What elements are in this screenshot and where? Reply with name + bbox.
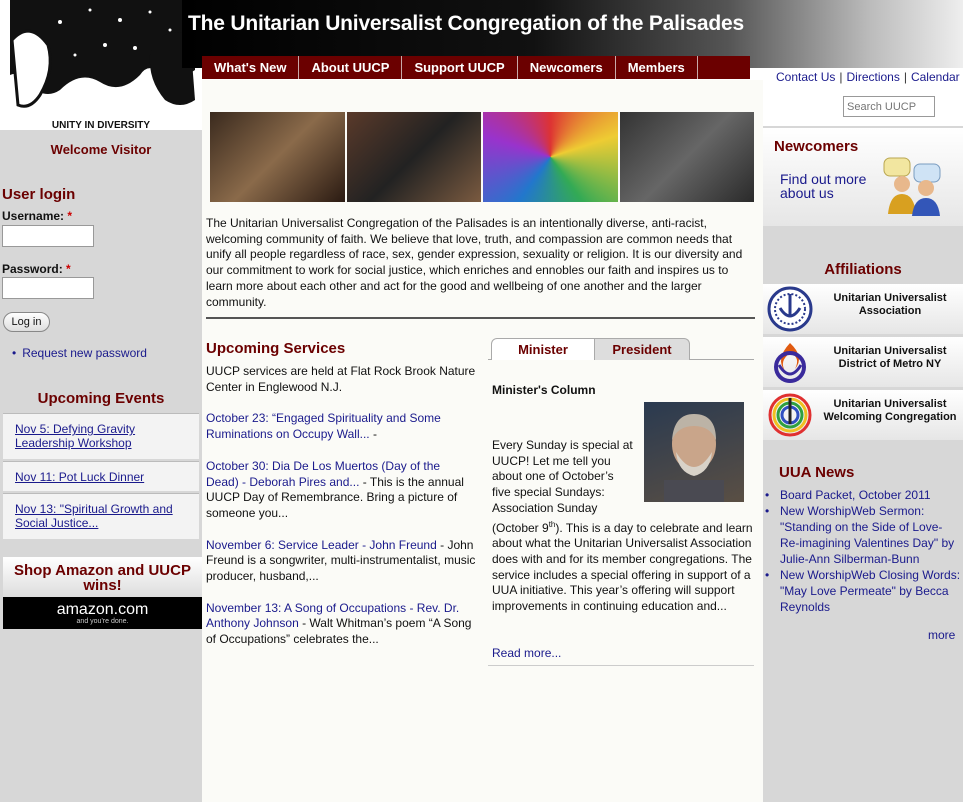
- list-item: Nov 5: Defying Gravity Leadership Worksh…: [3, 413, 199, 459]
- list-item: New WorshipWeb Sermon: "Standing on the …: [765, 503, 962, 567]
- tab-president[interactable]: President: [594, 338, 690, 360]
- divider: [488, 665, 754, 666]
- uua-news-link[interactable]: New WorshipWeb Sermon: "Standing on the …: [780, 504, 954, 566]
- services-title: Upcoming Services: [206, 340, 346, 357]
- newcomers-box: Newcomers Find out more about us: [763, 128, 963, 226]
- amazon-logo[interactable]: amazon.com and you're done.: [3, 597, 202, 629]
- column-tabs: Minister President: [488, 338, 754, 360]
- request-password: • Request new password: [12, 346, 147, 360]
- uua-news-link[interactable]: New WorshipWeb Closing Words: "May Love …: [780, 568, 960, 614]
- utility-links: Contact Us | Directions | Calendar: [776, 70, 960, 84]
- speaker-photo: [483, 112, 618, 202]
- musician-photo: [346, 112, 481, 202]
- divider: [206, 317, 755, 319]
- column-text: Every Sunday is special at UUCP! Let me …: [492, 438, 753, 614]
- logo-caption: UNITY IN DIVERSITY: [52, 120, 150, 130]
- nav-members[interactable]: Members: [616, 56, 698, 79]
- uua-news-title: UUA News: [779, 464, 855, 481]
- column-line: about one of October’s: [492, 469, 614, 484]
- directions-link[interactable]: Directions: [846, 70, 899, 84]
- service-intro: UUCP services are held at Flat Rock Broo…: [206, 364, 476, 394]
- column-title: Minister's Column: [492, 383, 596, 397]
- uua-news-list: Board Packet, October 2011 New WorshipWe…: [765, 487, 962, 615]
- people-icon[interactable]: [880, 156, 950, 216]
- list-item: New WorshipWeb Closing Words: "May Love …: [765, 567, 962, 615]
- events-title: Upcoming Events: [37, 390, 165, 407]
- list-item: October 23: “Engaged Spirituality and So…: [206, 411, 441, 442]
- list-item: Nov 11: Pot Luck Dinner: [3, 461, 199, 491]
- welcome-heading: Welcome Visitor: [50, 142, 152, 157]
- service-link[interactable]: November 6: Service Leader - John Freund: [206, 538, 437, 552]
- flame-chalice-icon: [765, 339, 815, 385]
- main-nav: What's New About UUCP Support UUCP Newco…: [202, 56, 750, 79]
- list-item: October 30: Dia De Los Muertos (Day of t…: [206, 458, 464, 520]
- main-content: The Unitarian Universalist Congregation …: [202, 80, 763, 802]
- newcomers-link[interactable]: Find out more about us: [780, 172, 880, 200]
- list-item: November 6: Service Leader - John Freund…: [206, 537, 476, 584]
- login-button[interactable]: Log in: [3, 312, 50, 332]
- column-line: five special Sundays:: [492, 485, 605, 500]
- service-link[interactable]: October 23: “Engaged Spirituality and So…: [206, 411, 441, 441]
- affiliation-welcoming[interactable]: Unitarian Universalist Welcoming Congreg…: [763, 390, 963, 440]
- request-password-link[interactable]: Request new password: [22, 346, 147, 360]
- right-sidebar: Newcomers Find out more about us Affilia…: [763, 126, 963, 802]
- tab-minister[interactable]: Minister: [491, 338, 595, 360]
- list-item: Board Packet, October 2011: [765, 487, 962, 503]
- left-sidebar: Welcome Visitor User login Username: * P…: [0, 130, 202, 802]
- event-link[interactable]: Nov 11: Pot Luck Dinner: [15, 470, 144, 484]
- intro-text: The Unitarian Universalist Congregation …: [206, 216, 743, 309]
- nav-about-uucp[interactable]: About UUCP: [299, 56, 403, 79]
- pianist-photo: [619, 112, 754, 202]
- nav-support-uucp[interactable]: Support UUCP: [402, 56, 518, 79]
- list-item: Nov 13: "Spiritual Growth and Social Jus…: [3, 493, 199, 539]
- services-list: UUCP services are held at Flat Rock Broo…: [206, 364, 476, 664]
- contact-us-link[interactable]: Contact Us: [776, 70, 835, 84]
- list-item: November 13: A Song of Occupations - Rev…: [206, 600, 472, 647]
- calendar-link[interactable]: Calendar: [911, 70, 960, 84]
- nav-newcomers[interactable]: Newcomers: [518, 56, 616, 79]
- affiliations-title: Affiliations: [824, 261, 902, 278]
- chalice-icon: [765, 286, 815, 332]
- column-line: UUCP! Let me tell you: [492, 453, 611, 468]
- login-title: User login: [2, 186, 76, 203]
- affiliation-label: Unitarian Universalist District of Metro…: [833, 345, 947, 370]
- site-logo[interactable]: UNITY IN DIVERSITY: [0, 0, 202, 130]
- nav-whats-new[interactable]: What's New: [202, 56, 300, 79]
- congregation-photo: [210, 112, 345, 202]
- search-input[interactable]: [843, 96, 935, 117]
- username-field[interactable]: [2, 225, 94, 247]
- username-label: Username: *: [2, 209, 73, 223]
- rainbow-chalice-icon: [765, 392, 815, 438]
- uua-more-link[interactable]: more: [928, 628, 955, 642]
- amazon-promo[interactable]: Shop Amazon and UUCP wins!: [3, 557, 202, 597]
- banner-photos: [210, 112, 754, 202]
- password-label: Password: *: [2, 262, 71, 276]
- affiliation-label: Unitarian Universalist Association: [833, 292, 947, 317]
- affiliation-district[interactable]: Unitarian Universalist District of Metro…: [763, 337, 963, 387]
- affiliation-label: Unitarian Universalist Welcoming Congreg…: [823, 398, 957, 423]
- password-field[interactable]: [2, 277, 94, 299]
- newcomers-title: Newcomers: [774, 138, 859, 155]
- column-line: Association Sunday: [492, 500, 598, 515]
- event-link[interactable]: Nov 13: "Spiritual Growth and Social Jus…: [15, 502, 173, 530]
- site-title[interactable]: The Unitarian Universalist Congregation …: [188, 12, 744, 36]
- column-line: Every Sunday is special at: [492, 438, 633, 452]
- uua-news-link[interactable]: Board Packet, October 2011: [780, 488, 931, 502]
- affiliation-uua[interactable]: Unitarian Universalist Association: [763, 284, 963, 334]
- read-more-link[interactable]: Read more...: [492, 646, 561, 660]
- event-link[interactable]: Nov 5: Defying Gravity Leadership Worksh…: [15, 422, 135, 450]
